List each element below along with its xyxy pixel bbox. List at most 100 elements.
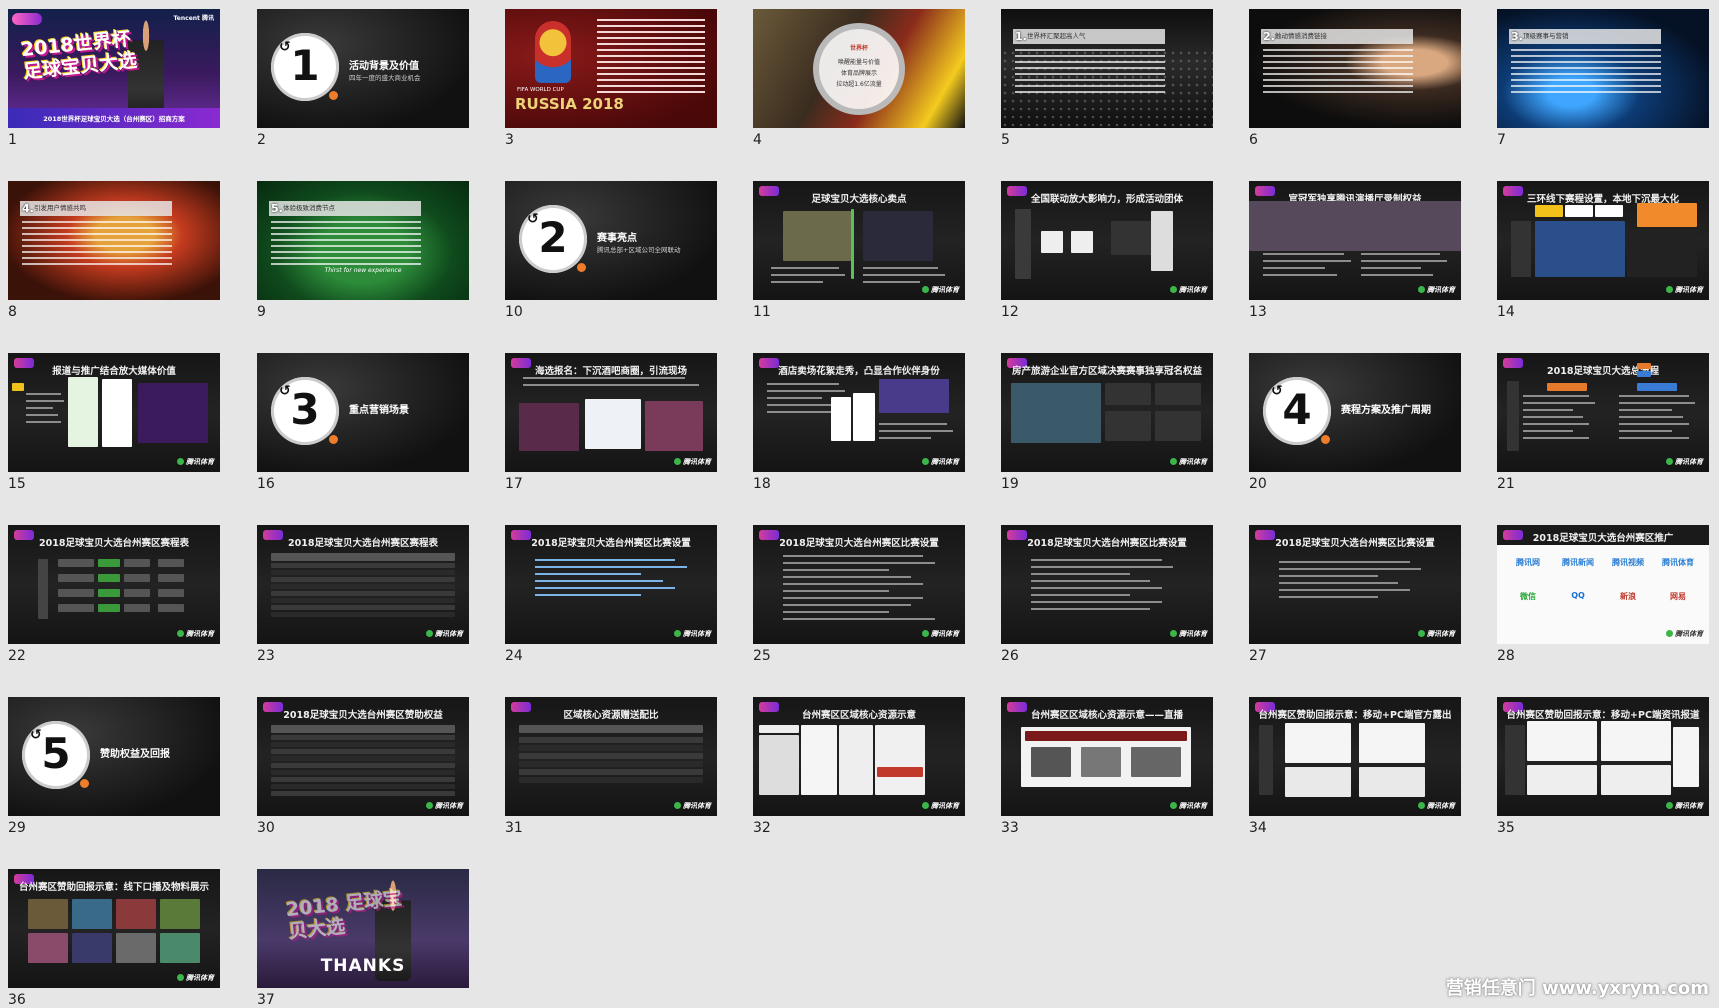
slide-thumb-28[interactable]: 腾讯体育 2018足球宝贝大选台州赛区推广 腾讯网 腾讯新闻 腾讯视频 腾讯体育 微信 QQ 新… [1497,525,1709,670]
slide-preview[interactable]: 腾讯体育 酒店卖场花絮走秀，凸显合作伙伴身份 [753,353,965,472]
slide-preview[interactable]: 腾讯体育 三环线下赛程设置，本地下沉最大化 [1497,181,1709,300]
slide-thumb-29[interactable]: ↺ 5 赞助权益及回报 29 [8,697,220,842]
slide-thumb-9[interactable]: 5. 体验极致消费节点 Thirst for new experience 9 [257,181,469,326]
slide-preview[interactable]: 腾讯体育 台州赛区赞助回报示意：移动+PC端官方露出 [1249,697,1461,816]
section-title: 活动背景及价值 [349,61,419,72]
slide-preview[interactable]: 腾讯体育 台州赛区赞助回报示意：移动+PC端资讯报道 [1497,697,1709,816]
slide-preview[interactable]: 腾讯体育 2018足球宝贝大选台州赛区赛程表 [8,525,220,644]
slide-preview[interactable]: ↺ 1 活动背景及价值 四年一度的盛大商业机会 [257,9,469,128]
slide-thumb-20[interactable]: ↺ 4 赛程方案及推广周期 20 [1249,353,1461,498]
slide-preview[interactable]: 世界杯 唤醒能量与价值 体育品牌展示 拉动超1.6亿流量 [753,9,965,128]
slide-thumb-14[interactable]: 腾讯体育 三环线下赛程设置，本地下沉最大化 14 [1497,181,1709,326]
slide-preview[interactable]: 腾讯体育 全国联动放大影响力，形成活动团体 [1001,181,1213,300]
table-row [271,584,455,589]
slide-preview[interactable]: 腾讯体育 海选报名：下沉酒吧商圈，引流现场 [505,353,717,472]
slide-thumb-2[interactable]: ↺ 1 活动背景及价值 四年一度的盛大商业机会 2 [257,9,469,154]
slide-preview[interactable]: 腾讯体育 2018足球宝贝大选台州赛区比赛设置 [753,525,965,644]
section-subtitle: 腾讯总部+区域公司全网联动 [597,246,681,254]
section-number-circle: ↺ 4 [1263,377,1331,445]
slide-thumb-1[interactable]: Tencent 腾讯 2018世界杯 足球宝贝大选 2018世界杯足球宝贝大选（台州… [8,9,220,154]
table-row [271,598,455,603]
text-line [783,590,890,592]
text-line [535,559,675,561]
slide-thumb-12[interactable]: 腾讯体育 全国联动放大影响力，形成活动团体 12 [1001,181,1213,326]
text-line [1031,559,1162,561]
slide-preview[interactable]: 2. 触动情感消费链接 [1249,9,1461,128]
slide-preview[interactable]: 腾讯体育 2018足球宝贝大选总流程 [1497,353,1709,472]
slide-preview[interactable]: 腾讯体育 官冠军独享腾讯演播厅录制权益 [1249,181,1461,300]
slide-title: 台州赛区赞助回报示意：移动+PC端资讯报道 [1506,710,1700,721]
phone-screen [102,379,132,447]
slide-thumb-4[interactable]: 世界杯 唤醒能量与价值 体育品牌展示 拉动超1.6亿流量 4 [753,9,965,154]
slide-preview[interactable]: 2018 足球宝贝大选 THANKS [257,869,469,988]
tencent-sports-logo: 腾讯体育 [922,457,959,467]
slide-thumb-31[interactable]: 腾讯体育 区域核心资源赠送配比 31 [505,697,717,842]
text-line [1619,416,1683,418]
slide-preview[interactable]: ↺ 3 重点营销场景 [257,353,469,472]
slide-thumb-21[interactable]: 腾讯体育 2018足球宝贝大选总流程 21 [1497,353,1709,498]
slide-preview[interactable]: 腾讯体育 报道与推广结合放大媒体价值 [8,353,220,472]
slide-thumb-17[interactable]: 腾讯体育 海选报名：下沉酒吧商圈，引流现场 17 [505,353,717,498]
slide-thumb-8[interactable]: 4. 引发用户情感共鸣 8 [8,181,220,326]
slide-preview[interactable]: ↺ 5 赞助权益及回报 [8,697,220,816]
slide-thumb-34[interactable]: 腾讯体育 台州赛区赞助回报示意：移动+PC端官方露出 34 [1249,697,1461,842]
text-line [783,618,935,620]
slide-preview[interactable]: 腾讯体育 台州赛区区域核心资源示意 [753,697,965,816]
slide-thumb-19[interactable]: 腾讯体育 房产旅游企业官方区域决赛赛事独享冠名权益 19 [1001,353,1213,498]
slide-preview[interactable]: 腾讯体育 2018足球宝贝大选台州赛区比赛设置 [1249,525,1461,644]
slide-preview[interactable]: 腾讯体育 2018足球宝贝大选台州赛区比赛设置 [505,525,717,644]
slide-thumb-30[interactable]: 腾讯体育 2018足球宝贝大选台州赛区赞助权益 30 [257,697,469,842]
slide-thumb-22[interactable]: 腾讯体育 2018足球宝贝大选台州赛区赛程表 22 [8,525,220,670]
slide-preview[interactable]: 腾讯体育 2018足球宝贝大选台州赛区赞助权益 [257,697,469,816]
slide-preview[interactable]: 腾讯体育 台州赛区赞助回报示意：线下口播及物料展示 [8,869,220,988]
slide-thumb-3[interactable]: FIFA WORLD CUP RUSSIA 2018 3 [505,9,717,154]
slide-number: 19 [1001,476,1019,492]
slide-thumb-24[interactable]: 腾讯体育 2018足球宝贝大选台州赛区比赛设置 24 [505,525,717,670]
table-header [271,725,455,733]
slide-preview[interactable]: 腾讯体育 台州赛区区域核心资源示意——直播 [1001,697,1213,816]
slide-thumb-32[interactable]: 腾讯体育 台州赛区区域核心资源示意 32 [753,697,965,842]
slide-thumb-13[interactable]: 腾讯体育 官冠军独享腾讯演播厅录制权益 13 [1249,181,1461,326]
slide-thumb-7[interactable]: 3. 顶级赛事与营销 7 [1497,9,1709,154]
slide-title: 2018足球宝贝大选台州赛区比赛设置 [1027,538,1187,549]
slide-preview[interactable]: 3. 顶级赛事与营销 [1497,9,1709,128]
slide-preview[interactable]: Tencent 腾讯 2018世界杯 足球宝贝大选 2018世界杯足球宝贝大选（台州… [8,9,220,128]
text-line [863,281,921,283]
slide-thumb-37[interactable]: 2018 足球宝贝大选 THANKS 37 [257,869,469,1008]
text-line [1015,49,1165,51]
slide-thumb-27[interactable]: 腾讯体育 2018足球宝贝大选台州赛区比赛设置 27 [1249,525,1461,670]
slide-thumb-25[interactable]: 腾讯体育 2018足球宝贝大选台州赛区比赛设置 25 [753,525,965,670]
slide-thumb-35[interactable]: 腾讯体育 台州赛区赞助回报示意：移动+PC端资讯报道 35 [1497,697,1709,842]
slide-thumb-33[interactable]: 腾讯体育 台州赛区区域核心资源示意——直播 33 [1001,697,1213,842]
slide-preview[interactable]: ↺ 4 赛程方案及推广周期 [1249,353,1461,472]
text-line [1263,67,1413,69]
slide-thumb-10[interactable]: ↺ 2 赛事亮点 腾讯总部+区域公司全网联动 10 [505,181,717,326]
slide-thumb-15[interactable]: 腾讯体育 报道与推广结合放大媒体价值 15 [8,353,220,498]
slide-preview[interactable]: 4. 引发用户情感共鸣 [8,181,220,300]
photo [160,933,200,963]
circle-line: 拉动超1.6亿流量 [836,81,882,88]
slide-thumb-5[interactable]: 1. 世界杯汇聚超高人气 5 [1001,9,1213,154]
slide-thumb-23[interactable]: 腾讯体育 2018足球宝贝大选台州赛区赛程表 23 [257,525,469,670]
slide-thumb-26[interactable]: 腾讯体育 2018足球宝贝大选台州赛区比赛设置 26 [1001,525,1213,670]
slide-preview[interactable]: 腾讯体育 区域核心资源赠送配比 [505,697,717,816]
slide-thumb-11[interactable]: 腾讯体育 足球宝贝大选核心卖点 11 [753,181,965,326]
slide-preview[interactable]: 腾讯体育 2018足球宝贝大选台州赛区赛程表 [257,525,469,644]
slide-preview[interactable]: 腾讯体育 足球宝贝大选核心卖点 [753,181,965,300]
slide-number: 33 [1001,820,1019,836]
slide-preview[interactable]: FIFA WORLD CUP RUSSIA 2018 [505,9,717,128]
slide-thumb-16[interactable]: ↺ 3 重点营销场景 16 [257,353,469,498]
slide-thumb-18[interactable]: 腾讯体育 酒店卖场花絮走秀，凸显合作伙伴身份 18 [753,353,965,498]
slide-preview[interactable]: ↺ 2 赛事亮点 腾讯总部+区域公司全网联动 [505,181,717,300]
slide-preview[interactable]: 腾讯体育 2018足球宝贝大选台州赛区比赛设置 [1001,525,1213,644]
slide-preview[interactable]: 腾讯体育 2018足球宝贝大选台州赛区推广 腾讯网 腾讯新闻 腾讯视频 腾讯体育 微信 QQ 新… [1497,525,1709,644]
table-row [271,605,455,610]
slide-preview[interactable]: 5. 体验极致消费节点 Thirst for new experience [257,181,469,300]
slide-preview[interactable]: 腾讯体育 房产旅游企业官方区域决赛赛事独享冠名权益 [1001,353,1213,472]
slide-thumb-36[interactable]: 腾讯体育 台州赛区赞助回报示意：线下口播及物料展示 36 [8,869,220,1008]
slide-preview[interactable]: 1. 世界杯汇聚超高人气 [1001,9,1213,128]
text-line [271,233,421,235]
table-row [271,742,455,747]
slide-thumb-6[interactable]: 2. 触动情感消费链接 6 [1249,9,1461,154]
slide-number: 36 [8,992,26,1008]
